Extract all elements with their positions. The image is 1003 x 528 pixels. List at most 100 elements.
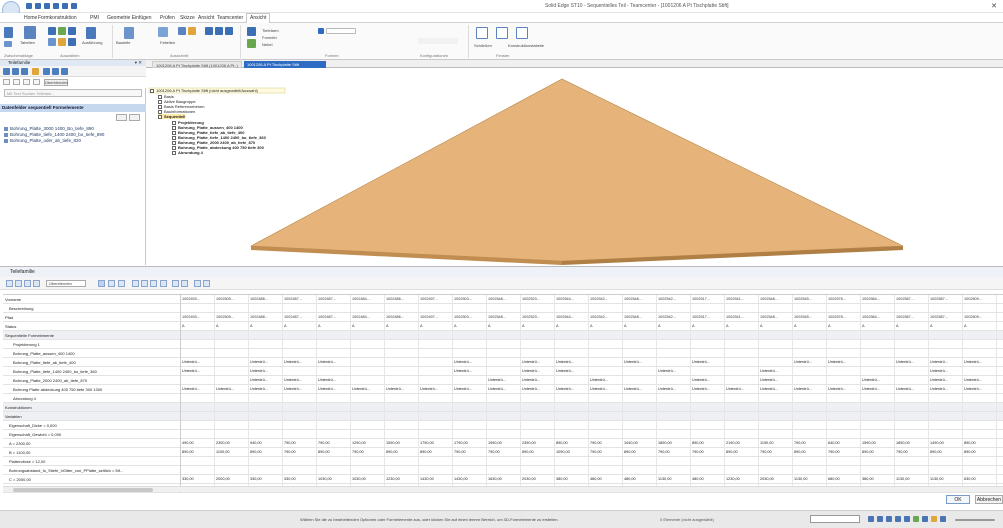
table-cell[interactable] — [929, 457, 963, 466]
table-cell[interactable] — [249, 331, 283, 340]
table-cell[interactable] — [589, 304, 623, 313]
populate-icon[interactable] — [98, 280, 105, 287]
table-cell[interactable] — [453, 421, 487, 430]
table-cell[interactable] — [861, 340, 895, 349]
expand-all-icon[interactable] — [172, 280, 179, 287]
table-row[interactable]: Status A A A A A A A A A A A A A A A A A A A A A A A A — [3, 322, 1003, 331]
table-cell[interactable] — [453, 304, 487, 313]
table-row[interactable]: Pfad 1002493... 1002505... 1002488... 100248… — [3, 313, 1003, 322]
table-cell[interactable] — [759, 358, 793, 367]
table-cell[interactable] — [759, 430, 793, 439]
table-cell[interactable] — [759, 394, 793, 403]
doc-tab-1[interactable]: 1001206 A Pt Tischplatte Stift (1001206 … — [152, 61, 242, 68]
table-cell[interactable] — [691, 394, 725, 403]
table-cell[interactable] — [521, 304, 555, 313]
table-cell[interactable]: 1002487... — [283, 295, 317, 304]
table-cell[interactable]: 1002542... — [657, 313, 691, 322]
table-cell[interactable] — [793, 466, 827, 475]
table-cell[interactable]: 1002541... — [725, 295, 759, 304]
table-cell[interactable]: 1002493... — [181, 313, 215, 322]
collapse-all-icon[interactable] — [181, 280, 188, 287]
table-row[interactable]: A = 2300,00 490,00 2300,00 940,00 790,00 790,… — [3, 439, 1003, 448]
table-cell[interactable] — [725, 421, 759, 430]
table-cell[interactable] — [555, 340, 589, 349]
select-icon[interactable] — [24, 26, 36, 39]
edit-member-icon[interactable] — [33, 280, 40, 287]
table-cell[interactable] — [691, 430, 725, 439]
table-cell[interactable] — [759, 466, 793, 475]
table-cell[interactable]: 790,00 — [317, 439, 351, 448]
table-cell[interactable]: 1002587... — [929, 313, 963, 322]
table-cell[interactable] — [385, 394, 419, 403]
tab-geometrie[interactable]: Geometrie Einfügen — [107, 15, 151, 21]
table-cell[interactable] — [317, 421, 351, 430]
table-cell[interactable] — [283, 394, 317, 403]
table-cell[interactable] — [249, 394, 283, 403]
table-cell[interactable]: 790,00 — [351, 448, 385, 457]
table-cell[interactable]: 1002578... — [827, 295, 861, 304]
table-cell[interactable] — [555, 421, 589, 430]
table-cell[interactable]: 380,00 — [861, 475, 895, 484]
table-cell[interactable]: 1002545... — [793, 295, 827, 304]
horizontal-scrollbar[interactable] — [3, 486, 1003, 492]
table-cell[interactable] — [419, 367, 453, 376]
table-cell[interactable] — [827, 412, 861, 421]
table-row[interactable]: Bohrung_Platte_2000 2400_ab_tiefe_870 Unt… — [3, 376, 1003, 385]
table-cell[interactable] — [317, 412, 351, 421]
table-cell[interactable] — [963, 394, 997, 403]
table-cell[interactable] — [419, 421, 453, 430]
table-cell[interactable] — [691, 403, 725, 412]
table-cell[interactable]: 790,00 — [453, 448, 487, 457]
table-cell[interactable] — [963, 457, 997, 466]
table-cell[interactable] — [181, 466, 215, 475]
table-cell[interactable] — [589, 349, 623, 358]
table-cell[interactable] — [623, 457, 657, 466]
table-cell[interactable]: 890,00 — [317, 448, 351, 457]
import-icon[interactable] — [141, 280, 148, 287]
table-cell[interactable]: 890,00 — [521, 448, 555, 457]
table-cell[interactable]: Unterdrü... — [419, 385, 453, 394]
table-cell[interactable]: Unterdrü... — [759, 385, 793, 394]
table-cell[interactable] — [419, 394, 453, 403]
table-cell[interactable] — [861, 430, 895, 439]
table-cell[interactable] — [419, 466, 453, 475]
table-cell[interactable] — [589, 394, 623, 403]
table-cell[interactable] — [589, 412, 623, 421]
list-item[interactable]: Bohrung_Platte_3000 1400_Bo_tiefe_890 — [4, 126, 94, 131]
table-cell[interactable]: 1002584... — [861, 313, 895, 322]
table-cell[interactable]: 1190,00 — [759, 439, 793, 448]
table-cell[interactable]: 480,00 — [691, 475, 725, 484]
table-cell[interactable]: 1100,00 — [215, 448, 249, 457]
table-cell[interactable]: 1002484... — [351, 295, 385, 304]
table-cell[interactable] — [691, 457, 725, 466]
table-cell[interactable] — [929, 466, 963, 475]
table-cell[interactable] — [317, 304, 351, 313]
table-cell[interactable] — [759, 403, 793, 412]
table-cell[interactable] — [827, 367, 861, 376]
copy-icon[interactable] — [4, 41, 12, 47]
table-cell[interactable] — [385, 358, 419, 367]
tab-ansicht[interactable]: Ansicht — [198, 15, 214, 21]
table-cell[interactable]: 790,00 — [759, 448, 793, 457]
table-cell[interactable]: A — [725, 322, 759, 331]
table-cell[interactable] — [895, 394, 929, 403]
table-cell[interactable]: Unterdrü... — [487, 376, 521, 385]
table-cell[interactable]: 1002517... — [691, 313, 725, 322]
table-cell[interactable]: 2300,00 — [215, 439, 249, 448]
table-cell[interactable] — [623, 304, 657, 313]
tab-home[interactable]: Home — [24, 15, 37, 21]
print-icon[interactable] — [53, 3, 59, 9]
table-cell[interactable] — [215, 421, 249, 430]
table-cell[interactable] — [385, 430, 419, 439]
table-cell[interactable] — [691, 466, 725, 475]
tool-icon[interactable] — [3, 68, 10, 75]
table-cell[interactable] — [793, 304, 827, 313]
table-cell[interactable] — [759, 340, 793, 349]
table-cell[interactable] — [521, 457, 555, 466]
table-cell[interactable] — [215, 412, 249, 421]
table-cell[interactable] — [283, 340, 317, 349]
table-cell[interactable] — [589, 403, 623, 412]
table-cell[interactable] — [453, 466, 487, 475]
switch-window-icon[interactable] — [516, 27, 528, 39]
help-icon[interactable] — [203, 280, 210, 287]
